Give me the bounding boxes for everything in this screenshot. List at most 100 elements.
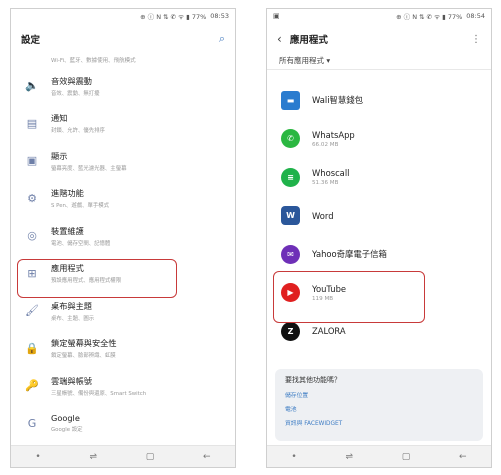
app-icon: ≡ bbox=[281, 167, 300, 187]
settings-item-text: 雲端與帳號三星帳號、備份與還原、Smart Switch bbox=[51, 375, 146, 397]
app-list-item[interactable]: ✆ WhatsApp 66.02 MB bbox=[267, 120, 491, 159]
settings-item-label: 通知 bbox=[51, 113, 68, 124]
notification-icon: ▣ bbox=[273, 12, 280, 20]
app-text: Yahoo奇摩電子信箱 bbox=[312, 248, 387, 260]
settings-item-subtitle: S Pen、遊戲、單手模式 bbox=[51, 203, 110, 210]
settings-item-subtitle: Google 設定 bbox=[51, 427, 83, 434]
app-icon: Z bbox=[281, 321, 300, 341]
status-indicators: ⊕ ⓘ N ⇅ ✆ ᯤ ▮ 77% bbox=[396, 13, 463, 21]
home-button[interactable]: ▢ bbox=[146, 452, 155, 462]
status-bar: ▣ ⊕ ⓘ N ⇅ ✆ ᯤ ▮ 77% 08:54 bbox=[267, 9, 491, 23]
settings-item[interactable]: ▤ 通知 封鎖、允許、優先排序 bbox=[11, 105, 235, 143]
connections-subtitle: Wi-Fi、藍牙、數據使用、飛航模式 bbox=[51, 58, 136, 64]
page-title: 應用程式 bbox=[289, 35, 328, 46]
google-icon: G bbox=[27, 416, 37, 430]
app-text: Wali智慧錢包 bbox=[312, 94, 363, 106]
settings-item[interactable]: ⚙ 進階功能 S Pen、遊戲、單手模式 bbox=[11, 180, 235, 218]
back-arrow-icon[interactable]: ‹ bbox=[277, 32, 282, 46]
recent-apps-button[interactable]: ⇌ bbox=[89, 452, 97, 462]
wallpaper-icon: 🖌 bbox=[25, 304, 39, 318]
settings-item-text: 桌布與主題桌布、主題、圖示 bbox=[51, 300, 94, 322]
settings-item-label: 桌布與主題 bbox=[51, 300, 92, 311]
app-text: Whoscall 51.36 MB bbox=[312, 168, 349, 186]
settings-item-subtitle: 三星帳號、備份與還原、Smart Switch bbox=[51, 390, 147, 397]
back-button[interactable]: ← bbox=[203, 452, 211, 462]
settings-item[interactable]: 🔈 音效與震動音效、震動、無打擾 bbox=[11, 67, 235, 105]
app-size: 66.02 MB bbox=[312, 141, 339, 148]
lock-icon: 🔒 bbox=[25, 341, 39, 355]
back-button[interactable]: ← bbox=[459, 452, 467, 462]
app-name: Word bbox=[312, 210, 334, 221]
app-name: Yahoo奇摩電子信箱 bbox=[312, 249, 387, 260]
settings-item-label: 鎖定螢幕與安全性 bbox=[51, 338, 117, 349]
home-button[interactable]: ▢ bbox=[402, 452, 411, 462]
settings-item[interactable]: ◎ 裝置維護 電池、儲存空間、記憶體 bbox=[11, 217, 235, 255]
nav-dot-button[interactable]: • bbox=[291, 452, 296, 462]
app-name: Wali智慧錢包 bbox=[312, 95, 364, 106]
settings-item-subtitle: 封鎖、允許、優先排序 bbox=[51, 128, 105, 135]
settings-item-text: 進階功能 S Pen、遊戲、單手模式 bbox=[51, 187, 109, 209]
settings-item-subtitle: 桌布、主題、圖示 bbox=[51, 315, 95, 322]
settings-item-text: 音效與震動音效、震動、無打擾 bbox=[51, 75, 100, 97]
app-list-item[interactable]: W Word bbox=[267, 197, 491, 236]
settings-item-text: Google Google 設定 bbox=[51, 413, 83, 433]
app-name: ZALORA bbox=[312, 326, 346, 337]
app-size: 51.36 MB bbox=[312, 180, 339, 187]
settings-item-subtitle: 電池、儲存空間、記憶體 bbox=[51, 240, 111, 247]
page-title: 設定 bbox=[21, 35, 41, 46]
app-icon: ✉ bbox=[281, 244, 300, 264]
recent-apps-button[interactable]: ⇌ bbox=[345, 452, 353, 462]
help-link-facewidget[interactable]: 資訊與 FACEWIDGET bbox=[285, 418, 473, 427]
help-link-storage[interactable]: 儲存位置 bbox=[285, 390, 473, 399]
settings-item-text: 顯示 螢幕亮度、藍光濾光器、主螢幕 bbox=[51, 150, 126, 172]
youtube-highlight-box bbox=[273, 271, 425, 323]
settings-item-text: 裝置維護 電池、儲存空間、記憶體 bbox=[51, 225, 110, 247]
help-card: 要找其他功能嗎？ 儲存位置 電池 資訊與 FACEWIDGET bbox=[275, 369, 483, 441]
apps-app-bar: ‹ 應用程式 ⋮ bbox=[267, 23, 491, 55]
display-icon: ▣ bbox=[26, 154, 38, 168]
more-options-icon[interactable]: ⋮ bbox=[471, 34, 481, 45]
settings-item[interactable]: ▣ 顯示 螢幕亮度、藍光濾光器、主螢幕 bbox=[11, 142, 235, 180]
settings-app-bar: 設定 ⌕ bbox=[11, 23, 235, 55]
nav-bar: • ⇌ ▢ ← bbox=[11, 445, 235, 467]
app-icon: ✆ bbox=[281, 129, 300, 149]
app-text: Word bbox=[312, 211, 334, 221]
app-name: WhatsApp bbox=[312, 129, 355, 140]
app-icon: ▬ bbox=[281, 90, 300, 110]
settings-item-label: 音效與震動 bbox=[51, 75, 92, 86]
app-list-item[interactable]: ≡ Whoscall 51.36 MB bbox=[267, 158, 491, 197]
nav-bar: • ⇌ ▢ ← bbox=[267, 445, 491, 467]
speaker-icon: 🔈 bbox=[25, 79, 39, 93]
app-list-item[interactable]: ✉ Yahoo奇摩電子信箱 bbox=[267, 235, 491, 274]
status-time: 08:54 bbox=[466, 12, 485, 20]
settings-list: Wi-Fi、藍牙、數據使用、飛航模式 🔈 音效與震動 音效、震動、無打擾 ▤ 通知 封鎖、… bbox=[11, 55, 235, 442]
status-indicators: ⊕ ⓘ N ⇅ ✆ ᯤ ▮ 77% bbox=[140, 13, 207, 21]
advanced-features-icon: ⚙ bbox=[27, 191, 37, 205]
settings-item-subtitle: 音效、震動、無打擾 bbox=[51, 90, 100, 97]
app-text: WhatsApp 66.02 MB bbox=[312, 130, 355, 148]
settings-item[interactable]: 🔒 鎖定螢幕與安全性鎖定螢幕、臉部辨識、虹膜 bbox=[11, 330, 235, 368]
help-title: 要找其他功能嗎？ bbox=[285, 376, 341, 384]
app-list-item[interactable]: ▬ Wali智慧錢包 bbox=[267, 81, 491, 120]
settings-item[interactable]: G Google Google 設定 bbox=[11, 405, 235, 443]
app-icon: W bbox=[281, 206, 300, 226]
nav-dot-button[interactable]: • bbox=[35, 452, 40, 462]
key-icon: 🔑 bbox=[25, 379, 39, 393]
status-bar: ⊕ ⓘ N ⇅ ✆ ᯤ ▮ 77% 08:53 bbox=[11, 9, 235, 23]
help-link-battery[interactable]: 電池 bbox=[285, 404, 473, 413]
app-filter-dropdown[interactable]: 所有應用程式 ▾ bbox=[279, 55, 330, 66]
settings-item-label: 進階功能 bbox=[51, 188, 84, 199]
app-name: Whoscall bbox=[312, 168, 350, 179]
search-icon[interactable]: ⌕ bbox=[219, 32, 225, 46]
settings-item-label: Google bbox=[51, 413, 80, 424]
settings-item-text: 鎖定螢幕與安全性鎖定螢幕、臉部辨識、虹膜 bbox=[51, 337, 117, 359]
apps-highlight-box bbox=[17, 259, 177, 298]
settings-screen: ⊕ ⓘ N ⇅ ✆ ᯤ ▮ 77% 08:53 設定 ⌕ Wi-Fi、藍牙、數據… bbox=[10, 8, 236, 468]
settings-item[interactable]: 🔑 雲端與帳號三星帳號、備份與還原、Smart Switch bbox=[11, 367, 235, 405]
divider bbox=[267, 69, 491, 70]
app-text: ZALORA bbox=[312, 326, 346, 336]
status-time: 08:53 bbox=[210, 12, 229, 20]
settings-item-subtitle: 螢幕亮度、藍光濾光器、主螢幕 bbox=[51, 165, 127, 172]
settings-item-subtitle: 鎖定螢幕、臉部辨識、虹膜 bbox=[51, 353, 116, 360]
settings-item-label: 雲端與帳號 bbox=[51, 375, 92, 386]
